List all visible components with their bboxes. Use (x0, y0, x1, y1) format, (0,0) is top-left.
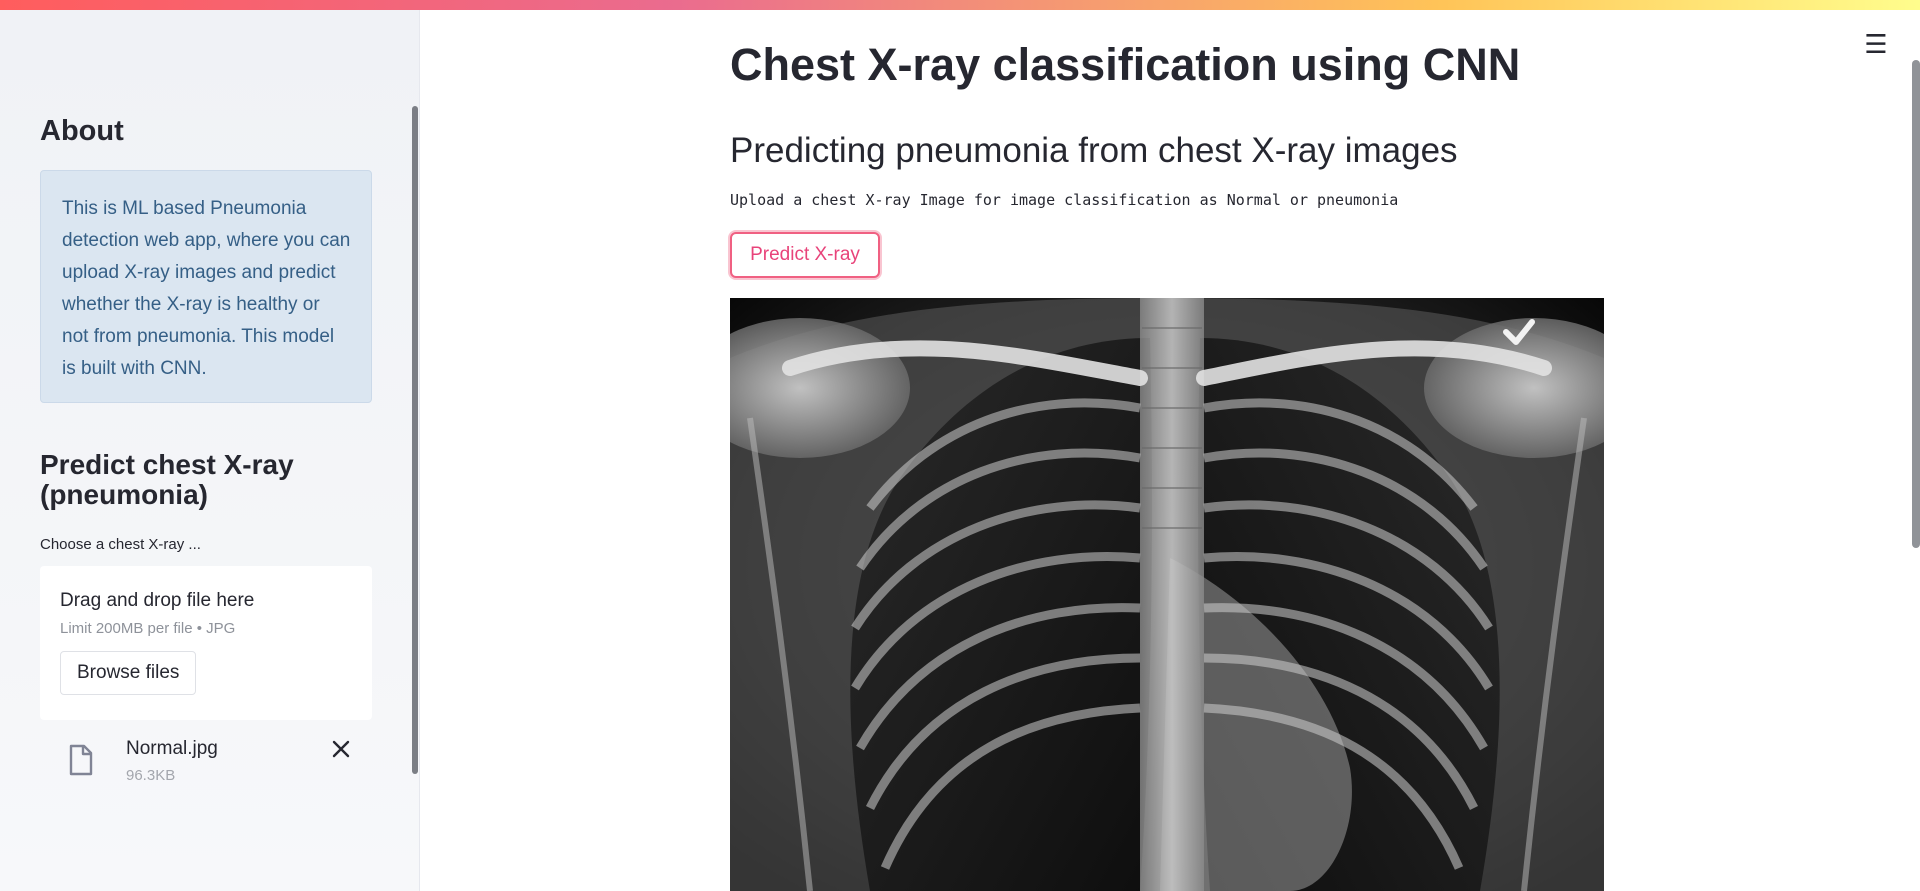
close-icon[interactable] (330, 738, 352, 760)
top-decoration-bar (0, 0, 1920, 10)
file-dropzone[interactable]: Drag and drop file here Limit 200MB per … (40, 566, 372, 720)
file-icon (69, 744, 93, 776)
dropzone-limit: Limit 200MB per file • JPG (60, 620, 236, 637)
main-scrollbar[interactable] (1912, 60, 1920, 548)
predict-xray-button[interactable]: Predict X-ray (730, 232, 880, 278)
browse-files-button[interactable]: Browse files (60, 651, 197, 695)
uploader-label: Choose a chest X-ray ... (40, 536, 201, 553)
hamburger-menu-icon[interactable]: ☰ (1864, 31, 1888, 57)
file-name: Normal.jpg (126, 738, 218, 759)
main-content: Chest X-ray classification using CNN Pre… (730, 10, 1604, 891)
uploaded-file-item: Normal.jpg 96.3KB (40, 732, 372, 792)
file-size: 96.3KB (126, 767, 176, 784)
xray-illustration (730, 298, 1604, 891)
predict-heading: Predict chest X-ray (pneumonia) (40, 449, 294, 510)
dropzone-title: Drag and drop file here (60, 590, 255, 611)
xray-image (730, 298, 1604, 891)
page-subtitle: Predicting pneumonia from chest X-ray im… (730, 131, 1458, 170)
sidebar-scrollbar[interactable] (412, 106, 418, 774)
sidebar: About This is ML based Pneumonia detecti… (0, 10, 420, 891)
page-title: Chest X-ray classification using CNN (730, 39, 1521, 90)
page-description: Upload a chest X-ray Image for image cla… (730, 191, 1399, 209)
about-info-box: This is ML based Pneumonia detection web… (40, 170, 372, 403)
about-heading: About (40, 115, 124, 147)
